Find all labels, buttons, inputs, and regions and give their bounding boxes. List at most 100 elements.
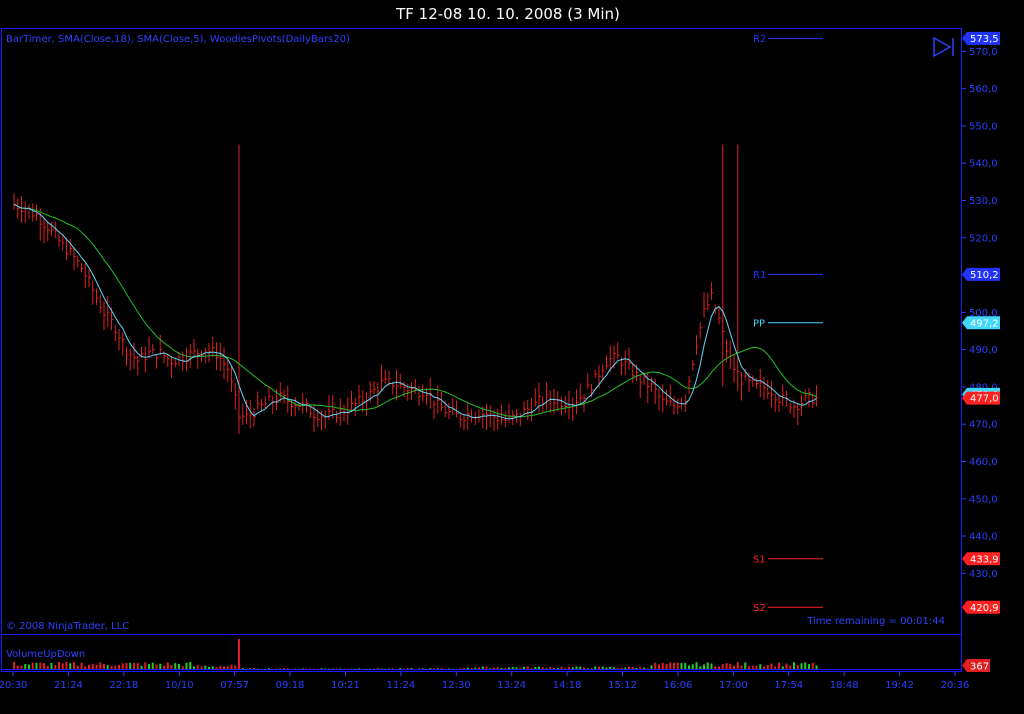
volume-bar xyxy=(646,668,649,669)
x-tick-label: 12:30 xyxy=(442,680,471,691)
y-tick-label: 560,0 xyxy=(969,84,998,95)
volume-bar xyxy=(13,662,15,669)
x-tick-label: 10/10 xyxy=(165,680,194,691)
volume-bar xyxy=(714,666,717,669)
y-tick-label: 440,0 xyxy=(969,532,998,543)
y-tick-label: 460,0 xyxy=(969,457,998,468)
volume-bar xyxy=(410,668,413,669)
volume-bar xyxy=(466,667,469,669)
volume-bar xyxy=(511,667,514,669)
volume-bar xyxy=(249,668,252,669)
volume-bar xyxy=(16,665,19,669)
volume-bar xyxy=(234,665,237,669)
volume-bar xyxy=(751,665,754,669)
volume-bar xyxy=(399,668,402,669)
volume-bar xyxy=(496,667,499,669)
y-tick-label: 470,0 xyxy=(969,420,998,431)
volume-bar xyxy=(39,662,42,669)
volume-bar xyxy=(31,662,34,669)
indicators-label: BarTimer, SMA(Close,18), SMA(Close,5), W… xyxy=(6,34,350,45)
volume-bar xyxy=(519,667,522,669)
y-tick-label: 550,0 xyxy=(969,121,998,132)
volume-bar xyxy=(590,668,593,669)
volume-bar xyxy=(661,662,664,669)
volume-bar xyxy=(365,668,368,670)
volume-bar xyxy=(736,662,739,669)
volume-bar xyxy=(624,667,627,669)
volume-bar xyxy=(425,668,428,670)
volume-bar xyxy=(778,662,780,669)
volume-bar xyxy=(58,661,60,669)
volume-bar xyxy=(429,668,432,669)
volume-bar xyxy=(268,668,270,669)
volume-bar xyxy=(324,668,327,670)
volume-bar xyxy=(136,663,139,669)
volume-bar xyxy=(669,662,672,669)
volume-bar xyxy=(658,664,660,669)
volume-bar xyxy=(181,666,184,669)
volume-bar xyxy=(523,667,525,669)
volume-bar xyxy=(620,667,623,669)
volume-bar xyxy=(688,665,690,669)
volume-bar xyxy=(575,666,578,669)
volume-bar xyxy=(613,667,615,669)
x-tick-label: 17:00 xyxy=(719,680,748,691)
volume-bar xyxy=(635,668,638,669)
volume-bar xyxy=(418,668,420,669)
volume-bar xyxy=(335,668,338,669)
volume-bar xyxy=(125,663,128,669)
x-tick-label: 07:57 xyxy=(220,680,249,691)
pivot-label-r1: R1 xyxy=(753,270,766,281)
volume-bar xyxy=(740,665,743,669)
volume-bar xyxy=(789,665,792,669)
volume-bar xyxy=(264,668,267,670)
price-badge: 433,9 xyxy=(962,552,1000,566)
volume-bar xyxy=(493,667,495,669)
volume-bar xyxy=(271,668,274,670)
volume-bar xyxy=(665,663,668,669)
volume-bar xyxy=(433,668,435,669)
volume-bar xyxy=(564,668,567,669)
volume-bar xyxy=(43,663,45,669)
volume-bar xyxy=(755,665,758,669)
volume-bar xyxy=(65,661,68,669)
volume-bar xyxy=(560,666,563,669)
volume-bar xyxy=(110,665,113,669)
volume-bar xyxy=(313,668,315,670)
volume-bar xyxy=(223,666,225,669)
volume-bar xyxy=(673,662,675,669)
volume-bar xyxy=(793,662,795,669)
volume-bar xyxy=(444,668,447,670)
volume-bar xyxy=(144,662,147,669)
volume-bar xyxy=(309,668,312,670)
volume-bar xyxy=(680,662,683,669)
volume-bar xyxy=(219,666,222,669)
volume-bar xyxy=(358,668,360,669)
volume-bar xyxy=(403,668,405,670)
volume-bar xyxy=(253,668,255,669)
volume-bar xyxy=(91,663,94,669)
volume-bar xyxy=(283,668,285,669)
volume-bar xyxy=(474,667,477,669)
volume-bar xyxy=(628,666,630,669)
volume-bar xyxy=(594,666,597,669)
volume-bar xyxy=(800,663,803,669)
volume-bar xyxy=(95,664,98,669)
y-tick-label: 430,0 xyxy=(969,569,998,580)
volume-bar xyxy=(166,662,169,669)
volume-value-badge: 367 xyxy=(962,659,990,673)
volume-bar xyxy=(343,668,345,670)
volume-bar xyxy=(346,668,349,670)
volume-bar xyxy=(553,668,555,669)
svg-text:497,2: 497,2 xyxy=(970,318,999,329)
volume-bar xyxy=(406,668,409,669)
svg-text:433,9: 433,9 xyxy=(970,554,999,565)
volume-bar xyxy=(151,662,154,669)
volume-bar xyxy=(215,667,218,669)
volume-bar xyxy=(230,664,233,669)
volume-bar xyxy=(774,666,777,669)
price-badge: 510,2 xyxy=(962,267,1000,281)
volume-bar xyxy=(579,666,582,669)
price-badge: 420,9 xyxy=(962,600,1000,614)
volume-bar xyxy=(129,662,132,669)
